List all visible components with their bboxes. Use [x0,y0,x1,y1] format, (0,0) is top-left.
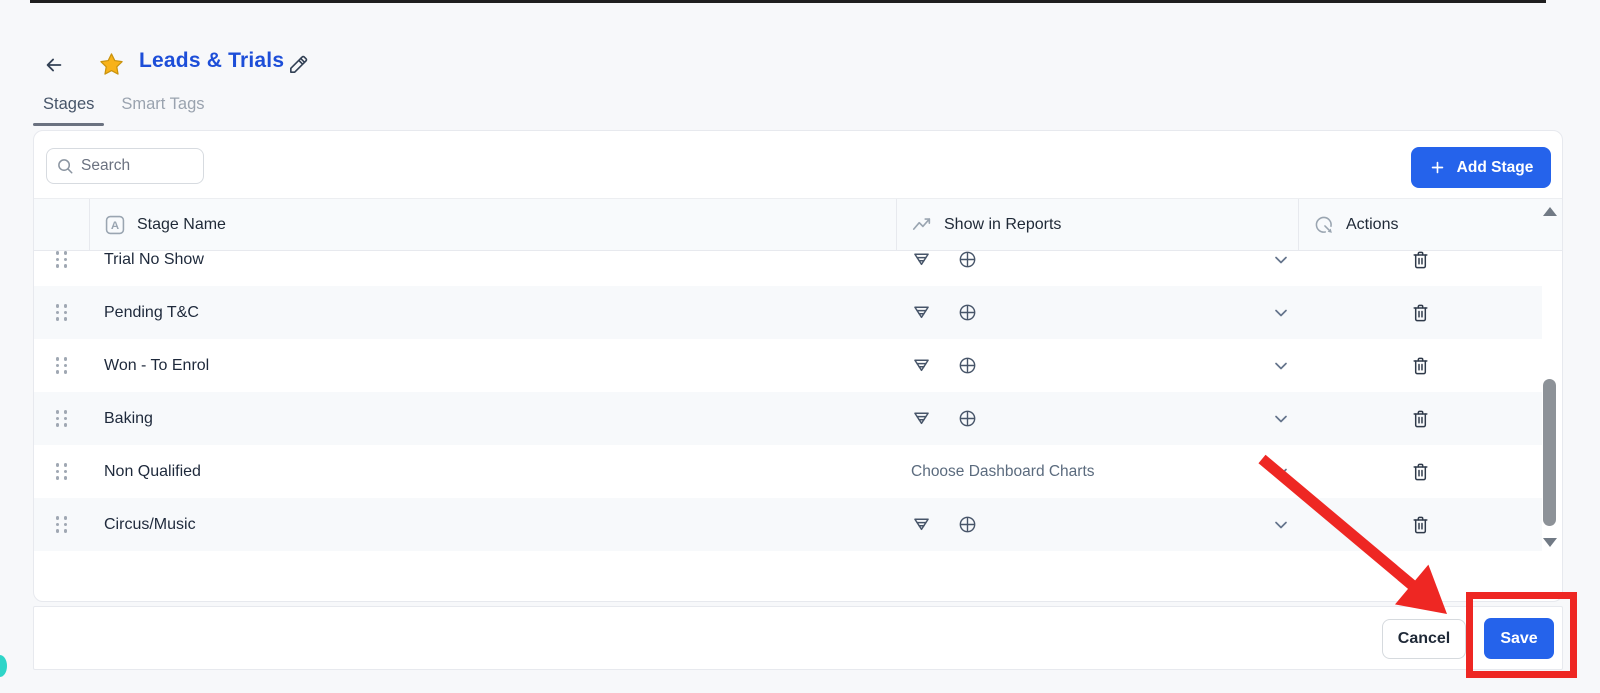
stage-name: Won - To Enrol [104,356,210,374]
column-header-stage-name: A Stage Name [89,199,896,250]
delete-stage-button[interactable] [1410,251,1431,270]
stage-name: Circus/Music [104,515,196,533]
trash-icon [1412,357,1428,375]
tab-smart-tags[interactable]: Smart Tags [111,93,214,126]
stages-panel: Add Stage A Stage Name Show in Reports [33,130,1563,602]
funnel-chart-icon[interactable] [911,355,932,376]
star-icon[interactable] [98,51,125,78]
trash-icon [1412,410,1428,428]
arrow-left-icon [46,58,62,72]
vertical-scrollbar [1540,198,1560,554]
table-row-non-qualified: Non Qualified Choose Dashboard Charts [34,445,1542,498]
table-row-pending-tc: Pending T&C [34,286,1542,339]
table-body: Trial No Show Pending T&C Won - To Enrol… [34,251,1542,554]
trash-icon [1412,463,1428,481]
drag-handle[interactable] [55,410,68,427]
column-header-actions: Actions [1298,199,1562,250]
edit-title-button[interactable] [287,53,310,76]
cancel-button[interactable]: Cancel [1382,619,1466,659]
delete-stage-button[interactable] [1410,302,1431,323]
stage-name: Trial No Show [104,251,204,268]
funnel-chart-icon[interactable] [911,514,932,535]
stage-name: Baking [104,409,153,427]
window-top-edge [30,0,1546,3]
drag-handle[interactable] [55,251,68,268]
chevron-down-icon[interactable] [1272,463,1290,481]
delete-stage-button[interactable] [1410,514,1431,535]
pie-chart-icon[interactable] [957,355,978,376]
pencil-icon [290,55,308,73]
tab-stages[interactable]: Stages [33,93,105,126]
search-input[interactable] [81,157,186,175]
delete-stage-button[interactable] [1410,408,1431,429]
trend-line-icon [911,214,933,236]
page-title: Leads & Trials [139,49,285,72]
save-button[interactable]: Save [1484,618,1554,659]
chat-widget-edge[interactable] [0,655,7,677]
scrollbar-thumb[interactable] [1543,379,1556,526]
drag-column-header [34,199,89,250]
trash-icon [1412,516,1428,534]
page: Leads & Trials Stages Smart Tags Add Sta… [0,0,1600,693]
drag-handle[interactable] [55,357,68,374]
add-stage-label: Add Stage [1456,158,1534,176]
search-box [46,148,204,184]
table-row-trial-no-show: Trial No Show [34,251,1542,286]
back-button[interactable] [43,54,65,76]
chevron-down-icon[interactable] [1272,357,1290,375]
pie-chart-icon[interactable] [957,408,978,429]
chevron-down-icon[interactable] [1272,410,1290,428]
funnel-chart-icon[interactable] [911,302,932,323]
table-row-baking: Baking [34,392,1542,445]
letter-a-box-icon: A [104,214,126,236]
footer-bar: Cancel Save [33,606,1563,670]
drag-handle[interactable] [55,463,68,480]
tab-bar: Stages Smart Tags [33,93,215,126]
pie-chart-icon[interactable] [957,514,978,535]
dashboard-charts-dropdown[interactable]: Choose Dashboard Charts [911,463,1095,481]
svg-text:A: A [111,220,119,232]
search-icon [58,158,73,173]
pie-chart-icon[interactable] [957,251,978,270]
chevron-down-icon[interactable] [1272,304,1290,322]
table-header: A Stage Name Show in Reports Actions [34,198,1562,251]
scroll-down-arrow-icon[interactable] [1543,538,1557,547]
funnel-chart-icon[interactable] [911,408,932,429]
column-header-show-in-reports: Show in Reports [896,199,1298,250]
trash-icon [1412,251,1428,269]
funnel-chart-icon[interactable] [911,251,932,270]
column-label: Actions [1346,215,1399,233]
stage-name: Pending T&C [104,303,199,321]
column-label: Stage Name [137,215,226,233]
table-row-won-to-enrol: Won - To Enrol [34,339,1542,392]
delete-stage-button[interactable] [1410,461,1431,482]
scroll-up-arrow-icon[interactable] [1543,207,1557,216]
chevron-down-icon[interactable] [1272,516,1290,534]
pie-chart-icon[interactable] [957,302,978,323]
add-stage-button[interactable]: Add Stage [1411,147,1551,188]
delete-stage-button[interactable] [1410,355,1431,376]
plus-icon [1431,161,1443,174]
trash-icon [1412,304,1428,322]
column-label: Show in Reports [944,215,1062,233]
drag-handle[interactable] [55,516,68,533]
cursor-click-icon [1313,214,1335,236]
drag-handle[interactable] [55,304,68,321]
stage-name: Non Qualified [104,462,201,480]
chevron-down-icon[interactable] [1272,251,1290,269]
table-row-circus-music: Circus/Music [34,498,1542,551]
